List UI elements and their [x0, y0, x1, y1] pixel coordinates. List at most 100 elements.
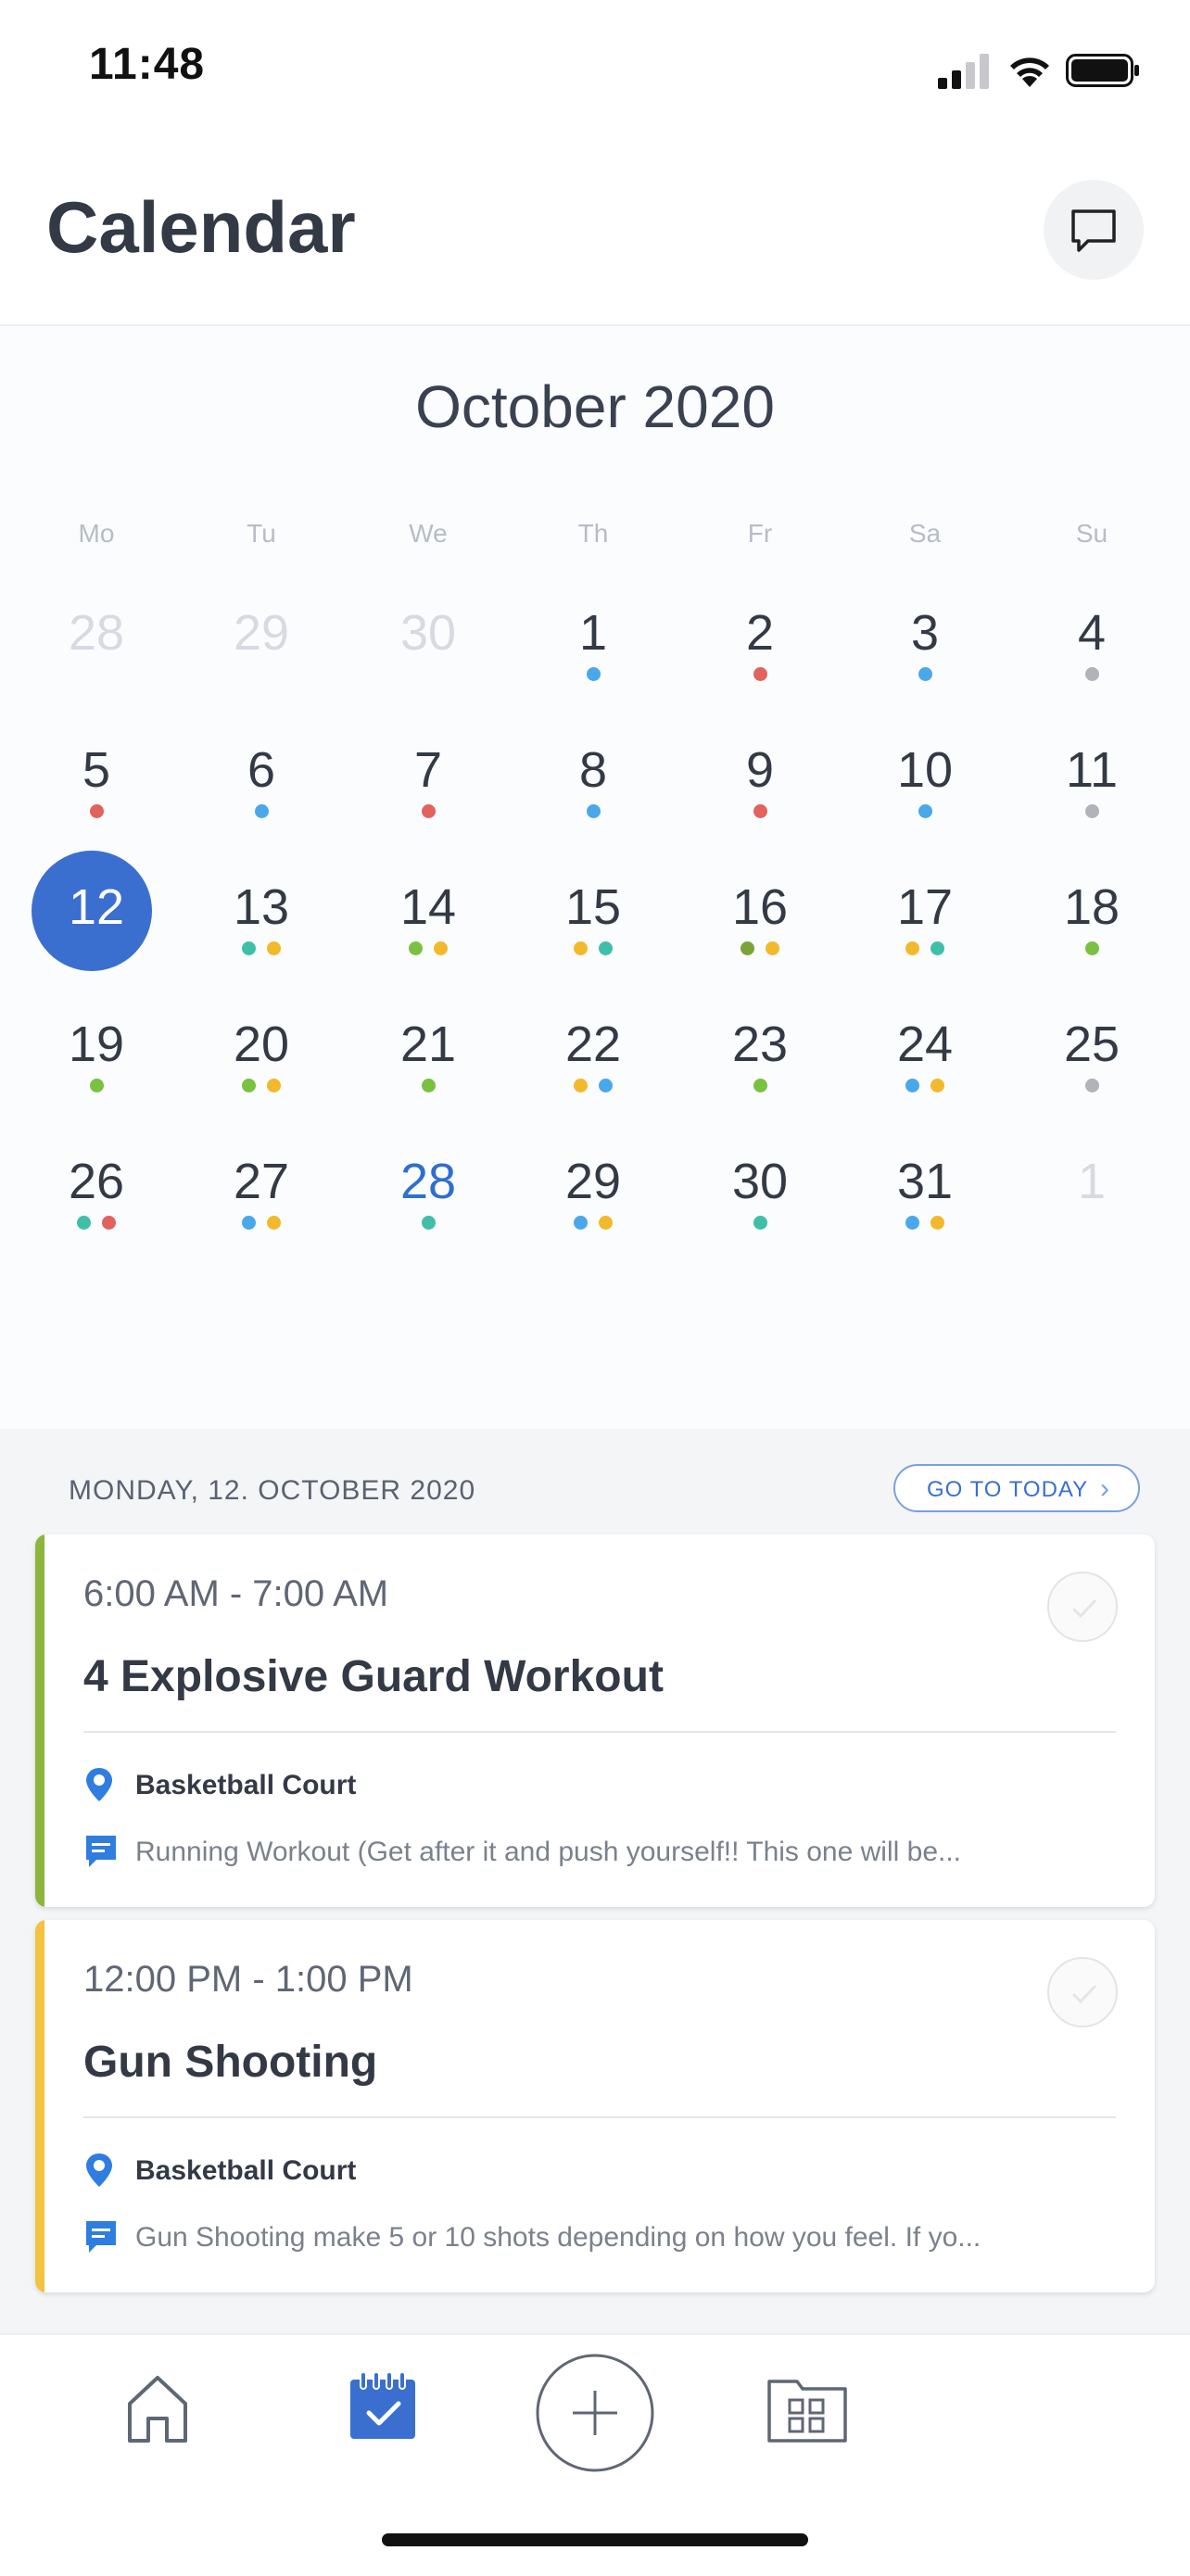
event-card[interactable]: 6:00 AM - 7:00 AM 4 Explosive Guard Work…: [35, 1534, 1155, 1907]
calendar-check-icon[interactable]: [345, 2368, 421, 2444]
event-accent-bar: [35, 1920, 44, 2292]
location-pin-icon: [86, 2153, 112, 2187]
day-cell[interactable]: 30: [695, 1145, 825, 1256]
day-cell[interactable]: 30: [363, 597, 493, 708]
status-time: 11:48: [89, 40, 206, 89]
day-cell[interactable]: 5: [32, 734, 161, 845]
day-number: 5: [82, 742, 111, 798]
event-dot: [1084, 804, 1099, 818]
event-dot: [421, 804, 436, 818]
complete-checkbox[interactable]: [1047, 1957, 1118, 2027]
day-cell[interactable]: 4: [1027, 597, 1157, 708]
event-dots: [528, 1216, 658, 1231]
day-number: 27: [233, 1154, 290, 1209]
day-cell[interactable]: 28: [32, 597, 161, 708]
day-cell[interactable]: 28: [363, 1145, 493, 1256]
home-icon[interactable]: [124, 2372, 191, 2446]
event-dot: [267, 1079, 281, 1092]
day-cell[interactable]: 10: [860, 734, 990, 845]
day-cell[interactable]: 22: [528, 1008, 658, 1119]
day-number: 12: [68, 879, 125, 935]
day-number: 1: [1077, 1154, 1107, 1209]
add-icon[interactable]: [534, 2352, 656, 2474]
day-number: 10: [896, 742, 954, 798]
day-number: 31: [896, 1154, 954, 1209]
note-text: Running Workout (Get after it and push y…: [135, 1837, 962, 1867]
weekday-label: Mo: [78, 519, 115, 548]
day-cell[interactable]: 17: [860, 871, 990, 982]
day-cell[interactable]: 3: [860, 597, 990, 708]
event-title: Gun Shooting: [83, 2038, 378, 2087]
day-cell[interactable]: 9: [695, 734, 825, 845]
day-cell[interactable]: 21: [363, 1008, 493, 1119]
day-number: 14: [399, 879, 457, 935]
event-dot: [1084, 667, 1099, 681]
day-cell[interactable]: 23: [695, 1008, 825, 1119]
chat-button[interactable]: [1044, 180, 1144, 280]
event-dots: [363, 1079, 493, 1093]
day-cell[interactable]: 19: [32, 1008, 161, 1119]
day-cell[interactable]: 6: [196, 734, 326, 845]
day-number: 26: [68, 1154, 125, 1209]
day-cell[interactable]: 24: [860, 1008, 990, 1119]
day-cell-selected[interactable]: 12: [32, 851, 161, 982]
event-dot: [242, 1216, 256, 1230]
day-number: 13: [233, 879, 290, 935]
event-note: Gun Shooting make 5 or 10 shots dependin…: [83, 2218, 1112, 2255]
day-number: 29: [564, 1154, 622, 1209]
day-cell[interactable]: 15: [528, 871, 658, 982]
event-dots: [196, 667, 326, 682]
day-number: 2: [745, 605, 775, 661]
day-cell[interactable]: 13: [196, 871, 326, 982]
day-cell[interactable]: 14: [363, 871, 493, 982]
day-cell[interactable]: 7: [363, 734, 493, 845]
go-to-today-button[interactable]: GO TO TODAY ›: [893, 1464, 1140, 1512]
event-dots: [196, 1216, 326, 1231]
event-dots: [196, 804, 326, 819]
day-cell[interactable]: 31: [860, 1145, 990, 1256]
day-cell[interactable]: 25: [1027, 1008, 1157, 1119]
event-dots: [363, 667, 493, 682]
day-cell[interactable]: 27: [196, 1145, 326, 1256]
folder-grid-icon[interactable]: [766, 2374, 849, 2444]
day-number: 1: [578, 605, 608, 661]
checkmark-icon: [1071, 1984, 1097, 2004]
day-cell[interactable]: 1: [1027, 1145, 1157, 1256]
event-dots: [363, 941, 493, 956]
event-dot: [242, 1079, 256, 1092]
day-number: 28: [68, 605, 125, 661]
day-cell[interactable]: 18: [1027, 871, 1157, 982]
event-dot: [753, 1216, 767, 1230]
event-dot: [574, 1216, 588, 1230]
weekday-label: We: [409, 519, 448, 548]
day-cell[interactable]: 8: [528, 734, 658, 845]
event-dots: [528, 804, 658, 819]
day-number: 22: [564, 1017, 622, 1072]
event-dot: [918, 667, 932, 681]
event-dots: [196, 941, 326, 956]
go-to-today-label: GO TO TODAY: [927, 1477, 1089, 1502]
day-number: 4: [1077, 605, 1107, 661]
day-cell[interactable]: 2: [695, 597, 825, 708]
note-icon: [86, 1836, 116, 1867]
day-cell[interactable]: 29: [528, 1145, 658, 1256]
day-cell[interactable]: 29: [196, 597, 326, 708]
day-cell[interactable]: 1: [528, 597, 658, 708]
event-dot: [753, 1079, 767, 1092]
event-dots: [528, 1079, 658, 1093]
day-cell[interactable]: 11: [1027, 734, 1157, 845]
day-cell[interactable]: 16: [695, 871, 825, 982]
day-cell[interactable]: 26: [32, 1145, 161, 1256]
event-title: 4 Explosive Guard Workout: [83, 1652, 664, 1701]
day-number: 23: [731, 1017, 789, 1072]
location-text: Basketball Court: [135, 2155, 357, 2186]
event-dots: [1027, 667, 1157, 682]
day-number: 29: [233, 605, 290, 661]
event-dot: [905, 1079, 919, 1092]
event-dots: [860, 667, 990, 682]
day-cell[interactable]: 20: [196, 1008, 326, 1119]
complete-checkbox[interactable]: [1047, 1572, 1118, 1642]
event-dots: [528, 667, 658, 682]
event-dots: [32, 1216, 161, 1231]
event-card[interactable]: 12:00 PM - 1:00 PM Gun Shooting Basketba…: [35, 1920, 1155, 2292]
